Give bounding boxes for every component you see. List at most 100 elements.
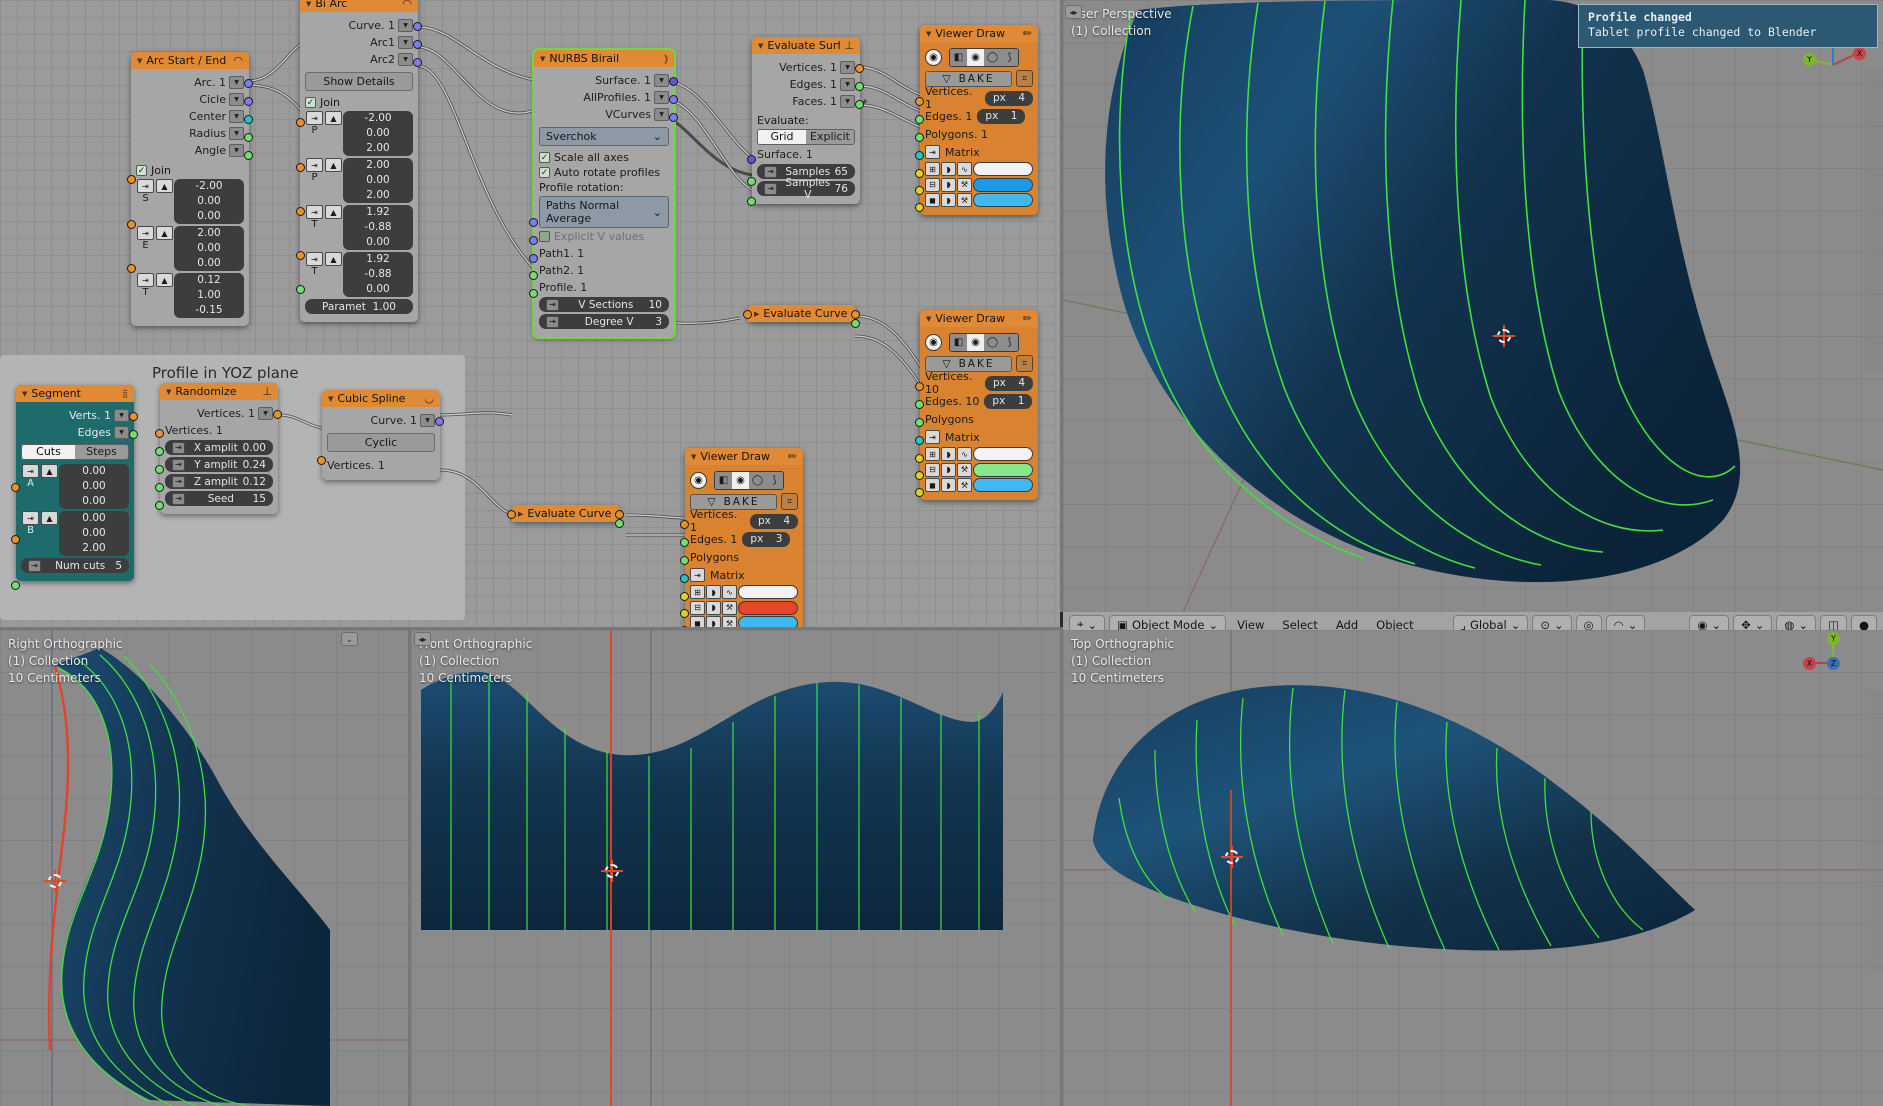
vector-y[interactable]: 0.00 — [343, 126, 413, 141]
wrench-icon[interactable]: ⚒ — [957, 193, 972, 207]
viewport-collapse-arrows-icon[interactable]: ◂▸ — [1065, 5, 1082, 19]
node-viewer-draw-profiles[interactable]: ▼ Viewer Draw ✏ ◉ ◧ ◉ ◯ ⟆ ▽ BAKE ⌗ Verti… — [915, 310, 1038, 500]
vector-z[interactable]: 0.00 — [174, 256, 244, 271]
link-icon[interactable]: ⇥ — [764, 165, 777, 178]
gizmo-y-label[interactable]: Y — [1803, 53, 1816, 66]
num-cuts-field[interactable]: ⇥ Num cuts 5 — [21, 558, 129, 573]
input-row[interactable]: Path2. 1 — [539, 262, 669, 278]
node-header[interactable]: ▼ Cubic Spline ◡ — [322, 390, 440, 407]
brush-icon[interactable]: ◗ — [941, 162, 956, 176]
mode-explicit[interactable]: Explicit — [806, 130, 854, 144]
parameter-value[interactable]: 1.00 — [373, 301, 396, 313]
up-arrow-icon[interactable]: ▲ — [156, 179, 173, 193]
shading-rendered-icon[interactable]: ◯ — [749, 472, 766, 489]
viewport-front-orthographic[interactable]: Front Orthographic (1) Collection 10 Cen… — [411, 630, 1060, 1106]
output-row[interactable]: Vertices. 1 ▼ — [757, 59, 855, 75]
pencil-icon[interactable]: ✏ — [788, 450, 797, 463]
output-row[interactable]: Angle ▼ — [136, 142, 244, 158]
node-arc-start-end-tan[interactable]: ▼ Arc Start / End / Tan. ◠ Arc. 1 ▼ Cicl… — [127, 52, 253, 326]
mode-grid[interactable]: Grid — [758, 130, 806, 144]
wrench-icon[interactable]: ⚒ — [722, 600, 737, 615]
input-socket-s[interactable] — [127, 175, 136, 184]
output-socket-angle[interactable] — [244, 151, 253, 160]
output-row[interactable]: Center ▼ — [136, 108, 244, 124]
input-edges[interactable]: Edges. 1 px 3 — [690, 531, 798, 547]
chevron-down-icon[interactable]: ▼ — [229, 75, 244, 89]
collapse-triangle-icon[interactable]: ▼ — [137, 57, 142, 65]
vertex-color-row[interactable]: ⊞ ◗ ∿ — [690, 585, 798, 599]
input-row[interactable]: Vertices. 1 — [327, 457, 435, 473]
edge-color-row[interactable]: ⊟ ◗ ⚒ — [690, 600, 798, 615]
node-header[interactable]: ▼ Viewer Draw ✏ — [920, 310, 1038, 327]
z-amplitude-field[interactable]: ⇥ Z amplit 0.12 — [165, 474, 273, 489]
vector-z[interactable]: 2.00 — [343, 141, 413, 156]
input-socket-t2[interactable] — [296, 251, 305, 260]
input-socket-z-amplitude[interactable] — [155, 483, 164, 492]
collapse-triangle-icon[interactable]: ▶ — [754, 310, 759, 318]
wrench-icon[interactable]: ⚒ — [957, 478, 972, 492]
input-row[interactable]: Path1. 1 — [539, 245, 669, 261]
input-socket-edges[interactable] — [680, 538, 689, 547]
collapse-triangle-icon[interactable]: ▼ — [306, 0, 311, 8]
output-row[interactable]: Curve. 1 ▼ — [327, 412, 435, 428]
link-icon[interactable]: ⇥ — [546, 298, 559, 311]
input-socket-vertices[interactable] — [915, 97, 924, 106]
input-socket-vertex-color[interactable] — [915, 169, 924, 178]
edge-color-row[interactable]: ⊟ ◗ ⚒ — [925, 177, 1033, 192]
input-vertices[interactable]: Vertices. 10 px 4 — [925, 370, 1033, 396]
chevron-down-icon[interactable]: ▼ — [229, 143, 244, 157]
chevron-down-icon[interactable]: ▼ — [420, 413, 435, 427]
field-value[interactable]: 65 — [835, 166, 848, 178]
face-color-swatch[interactable] — [973, 478, 1033, 492]
output-socket-vcurves[interactable] — [669, 113, 678, 122]
input-socket-samples[interactable] — [747, 177, 756, 186]
collapse-triangle-icon[interactable]: ▼ — [328, 395, 333, 403]
samples-v-field[interactable]: ⇥ Samples V 76 — [757, 177, 855, 201]
output-socket-radius[interactable] — [244, 133, 253, 142]
curve-icon[interactable]: ∿ — [957, 447, 972, 461]
output-row[interactable]: Edges. 1 ▼ — [757, 76, 855, 92]
vertex-color-row[interactable]: ⊞ ◗ ∿ — [925, 447, 1033, 461]
input-edges[interactable]: Edges. 10 px 1 — [925, 393, 1033, 409]
link-icon[interactable]: ⇥ — [137, 179, 154, 193]
collapse-triangle-icon[interactable]: ▶ — [518, 510, 523, 518]
vector-y[interactable]: 0.00 — [59, 479, 129, 494]
output-row[interactable]: Arc. 1 ▼ — [136, 74, 244, 90]
input-socket-p1[interactable] — [296, 118, 305, 127]
node-randomize[interactable]: ▼ Randomize ⊥ Vertices. 1 ▼ Vertices. 1 … — [155, 383, 282, 514]
chevron-down-icon[interactable]: ▼ — [654, 107, 669, 121]
input-socket-p2[interactable] — [296, 163, 305, 172]
node-header[interactable]: ▼ NURBS Birail ⦆ — [534, 50, 674, 67]
show-details-button[interactable]: Show Details — [305, 72, 413, 91]
vector-z[interactable]: 0.00 — [59, 494, 129, 509]
input-socket-num-cuts[interactable] — [11, 581, 20, 590]
output-socket-edges[interactable] — [615, 519, 624, 528]
brush-icon[interactable]: ◗ — [941, 193, 956, 207]
link-icon[interactable]: ⇥ — [22, 464, 39, 478]
node-cubic-spline[interactable]: ▼ Cubic Spline ◡ Curve. 1 ▼ Cyclic Verti… — [317, 390, 444, 480]
input-matrix[interactable]: ⇥ Matrix — [925, 144, 1033, 160]
input-socket-x-amplitude[interactable] — [155, 447, 164, 456]
splitter-vertical-top[interactable] — [1060, 0, 1063, 612]
fullscreen-icon[interactable]: ⌗ — [1016, 355, 1033, 372]
input-socket-profile[interactable] — [529, 254, 538, 263]
input-socket-edge-color[interactable] — [915, 471, 924, 480]
link-icon[interactable]: ⇥ — [925, 145, 940, 159]
input-vertices[interactable]: Vertices. 1 px 4 — [925, 85, 1033, 111]
vector-y[interactable]: 0.00 — [343, 173, 413, 188]
chevron-down-icon[interactable]: ▼ — [840, 60, 855, 74]
shading-rendered-icon[interactable]: ◯ — [984, 334, 1001, 351]
input-socket-surface[interactable] — [747, 155, 756, 164]
edge-icon[interactable]: ⊟ — [690, 600, 705, 615]
face-color-row[interactable]: ◼ ◗ ⚒ — [925, 193, 1033, 207]
input-socket-matrix[interactable] — [915, 436, 924, 445]
brush-icon[interactable]: ◗ — [706, 600, 721, 615]
node-header[interactable]: ▶ Evaluate Curve — [748, 305, 856, 322]
node-header[interactable]: ▼ Randomize ⊥ — [160, 383, 278, 400]
up-arrow-icon[interactable]: ▲ — [156, 226, 173, 240]
px-value[interactable]: 1 — [1011, 110, 1018, 122]
up-arrow-icon[interactable]: ▲ — [325, 252, 342, 266]
input-socket-seed[interactable] — [155, 501, 164, 510]
wrench-icon[interactable]: ⚒ — [957, 462, 972, 477]
node-header[interactable]: ▼ Viewer Draw ✏ — [920, 25, 1038, 42]
